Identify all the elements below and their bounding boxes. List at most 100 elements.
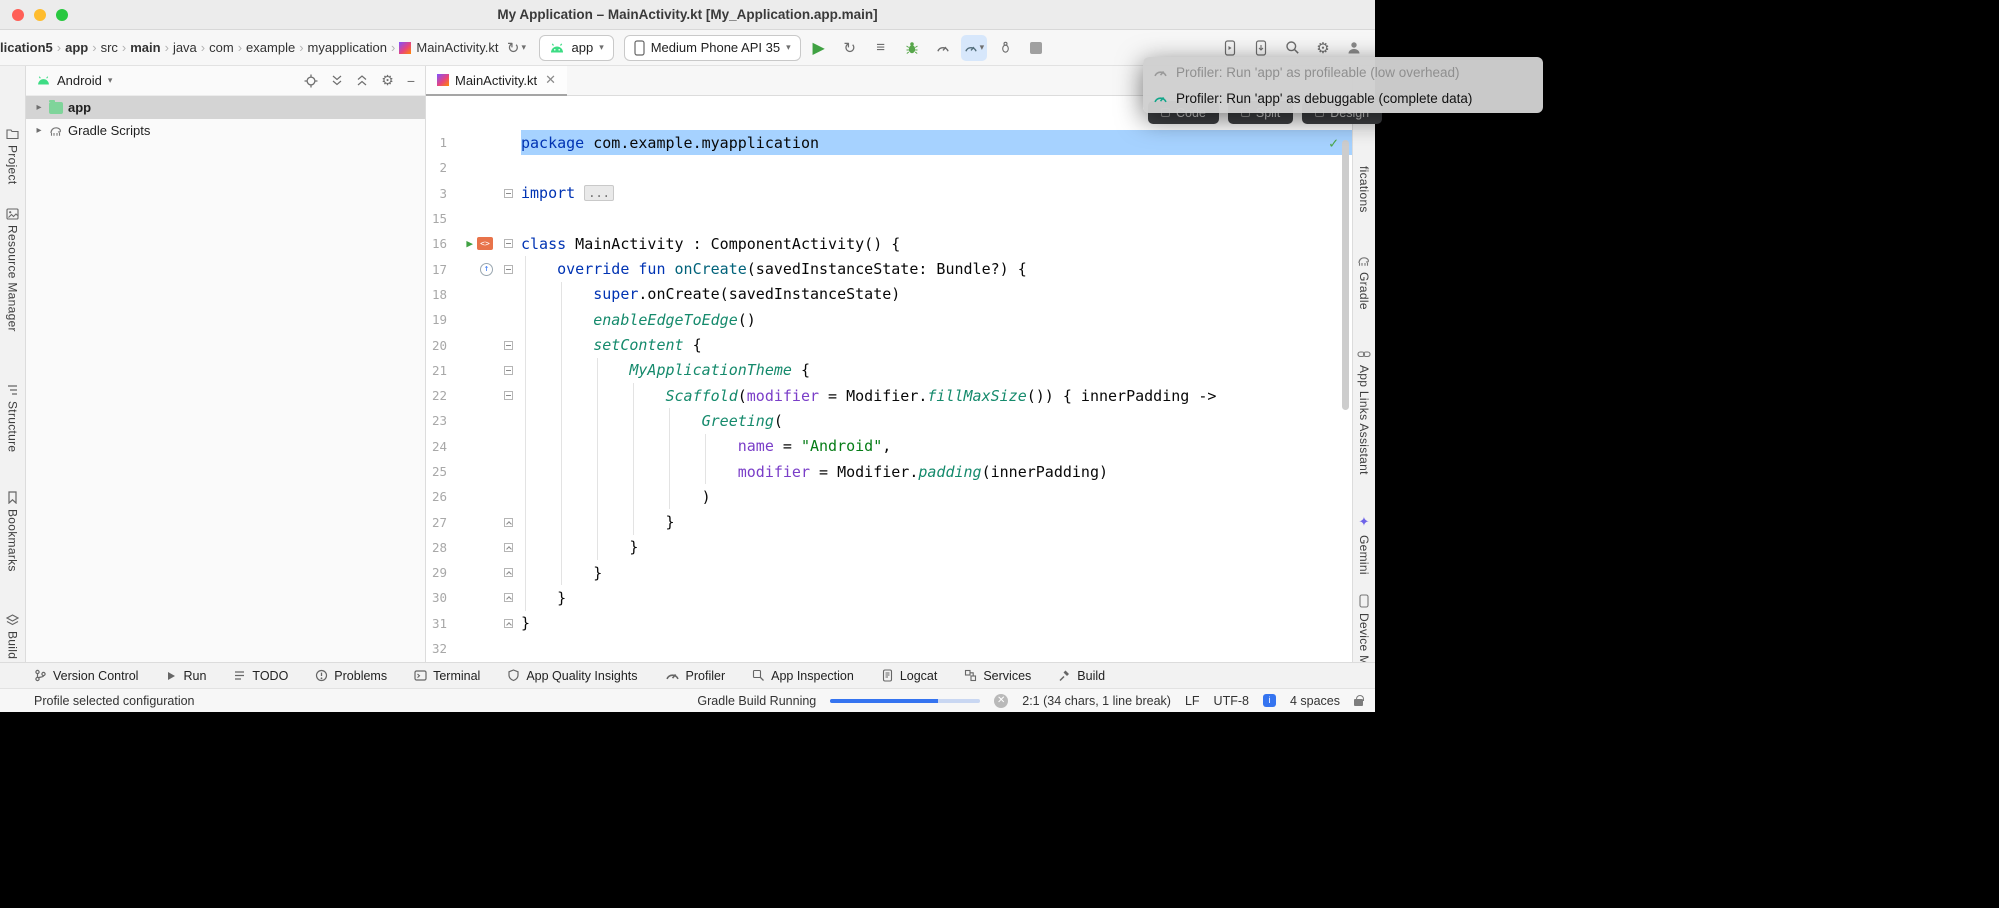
indent-indicator[interactable]: 4 spaces (1290, 694, 1340, 708)
hide-panel-icon[interactable]: − (407, 73, 415, 89)
locate-file-icon[interactable] (304, 74, 318, 88)
breadcrumb-app[interactable]: app (65, 40, 88, 55)
tool-strip-button-structure[interactable]: Structure (0, 384, 25, 452)
code-text[interactable]: modifier = Modifier.padding(innerPadding… (521, 459, 1352, 484)
chevron-right-icon[interactable]: ▸ (34, 102, 44, 113)
line-separator-indicator[interactable]: LF (1185, 694, 1200, 708)
tool-strip-button-resource-manager[interactable]: Resource Manager (0, 208, 25, 332)
toolwindow-button-run[interactable]: Run (165, 669, 206, 683)
expand-all-icon[interactable] (331, 74, 343, 87)
notification-icon[interactable]: i (1263, 694, 1276, 707)
tool-strip-button-gradle[interactable]: Gradle (1353, 254, 1375, 310)
code-line-16[interactable]: 16▶<>class MainActivity : ComponentActiv… (426, 231, 1352, 256)
line-number[interactable]: 19 (426, 312, 447, 327)
line-number[interactable]: 26 (426, 489, 447, 504)
code-line-31[interactable]: 31} (426, 611, 1352, 636)
code-text[interactable] (521, 155, 1352, 180)
tree-item-gradle-scripts[interactable]: ▸Gradle Scripts (26, 119, 425, 142)
breadcrumb-example[interactable]: example (246, 40, 295, 55)
code-line-2[interactable]: 2 (426, 155, 1352, 180)
breadcrumb-myapplication[interactable]: myapplication (308, 40, 388, 55)
editor-scrollbar[interactable] (1342, 140, 1349, 410)
code-line-17[interactable]: 17↑ override fun onCreate(savedInstanceS… (426, 256, 1352, 281)
code-text[interactable]: override fun onCreate(savedInstanceState… (521, 256, 1352, 281)
toolwindow-button-terminal[interactable]: Terminal (414, 669, 480, 683)
code-text[interactable]: MyApplicationTheme { (521, 358, 1352, 383)
sync-project-icon[interactable]: ↻▾ (503, 35, 529, 61)
code-text[interactable]: package com.example.myapplication (521, 130, 1352, 155)
code-line-30[interactable]: 30 } (426, 585, 1352, 610)
profiler-dropdown-button[interactable]: ▾ (961, 35, 988, 61)
panel-settings-gear-icon[interactable]: ⚙ (381, 72, 394, 89)
toolwindow-button-services[interactable]: Services (964, 669, 1031, 683)
fold-close-icon[interactable] (504, 593, 513, 602)
run-button[interactable]: ▶ (806, 35, 832, 61)
line-number[interactable]: 24 (426, 439, 447, 454)
fold-open-icon[interactable] (504, 239, 513, 248)
code-text[interactable] (521, 636, 1352, 661)
breadcrumb-lication5[interactable]: lication5 (0, 40, 53, 55)
device-selector[interactable]: Medium Phone API 35 ▾ (624, 35, 801, 61)
build-menu-icon[interactable]: ≡ (868, 35, 894, 61)
code-line-1[interactable]: 1package com.example.myapplication (426, 130, 1352, 155)
code-text[interactable]: ) (521, 484, 1352, 509)
close-tab-icon[interactable]: ✕ (545, 72, 556, 88)
code-text[interactable]: enableEdgeToEdge() (521, 307, 1352, 332)
code-line-23[interactable]: 23 Greeting( (426, 408, 1352, 433)
line-number[interactable]: 29 (426, 565, 447, 580)
toolwindow-button-todo[interactable]: TODO (233, 669, 288, 683)
code-text[interactable]: } (521, 509, 1352, 534)
fold-open-icon[interactable] (504, 189, 513, 198)
code-text[interactable]: } (521, 560, 1352, 585)
code-text[interactable]: setContent { (521, 332, 1352, 357)
code-line-27[interactable]: 27 } (426, 509, 1352, 534)
popup-item-debuggable[interactable]: Profiler: Run 'app' as debuggable (compl… (1143, 85, 1543, 111)
line-number[interactable]: 22 (426, 388, 447, 403)
stop-button[interactable] (1023, 35, 1049, 61)
compose-preview-icon[interactable]: <> (477, 237, 493, 250)
attach-debugger-icon[interactable] (992, 35, 1018, 61)
tool-strip-button-bookmarks[interactable]: Bookmarks (0, 491, 25, 572)
fold-close-icon[interactable] (504, 518, 513, 527)
line-number[interactable]: 21 (426, 363, 447, 378)
tool-strip-button-project[interactable]: Project (0, 128, 25, 184)
toolwindow-button-profiler[interactable]: Profiler (665, 668, 726, 683)
code-line-18[interactable]: 18 super.onCreate(savedInstanceState) (426, 282, 1352, 307)
code-line-21[interactable]: 21 MyApplicationTheme { (426, 358, 1352, 383)
breadcrumb-src[interactable]: src (101, 40, 118, 55)
project-view-selector[interactable]: Android (57, 73, 102, 88)
code-text[interactable]: Scaffold(modifier = Modifier.fillMaxSize… (521, 383, 1352, 408)
line-number[interactable]: 18 (426, 287, 447, 302)
fold-close-icon[interactable] (504, 568, 513, 577)
fold-open-icon[interactable] (504, 265, 513, 274)
code-text[interactable]: class MainActivity : ComponentActivity()… (521, 231, 1352, 256)
popup-item-profileable[interactable]: Profiler: Run 'app' as profileable (low … (1143, 59, 1543, 85)
tool-strip-button-gemini[interactable]: ✦Gemini (1353, 514, 1375, 575)
breadcrumb-main[interactable]: main (130, 40, 160, 55)
toolwindow-button-version-control[interactable]: Version Control (34, 669, 138, 683)
apply-changes-icon[interactable]: ↻ (837, 35, 863, 61)
fold-open-icon[interactable] (504, 341, 513, 350)
code-line-15[interactable]: 15 (426, 206, 1352, 231)
tool-strip-button-app-links-assistant[interactable]: App Links Assistant (1353, 348, 1375, 475)
override-gutter-icon[interactable]: ↑ (480, 263, 493, 276)
toolwindow-button-logcat[interactable]: Logcat (881, 669, 938, 683)
line-number[interactable]: 23 (426, 413, 447, 428)
editor-tab-mainactivity[interactable]: MainActivity.kt ✕ (426, 66, 567, 96)
breadcrumb-com[interactable]: com (209, 40, 234, 55)
code-text[interactable]: Greeting( (521, 408, 1352, 433)
line-number[interactable]: 2 (426, 160, 447, 175)
toolwindow-button-app-quality-insights[interactable]: App Quality Insights (507, 669, 637, 683)
line-number[interactable]: 3 (426, 186, 447, 201)
line-number[interactable]: 32 (426, 641, 447, 656)
code-editor[interactable]: 1package com.example.myapplication23impo… (426, 96, 1352, 662)
tree-item-app[interactable]: ▸app (26, 96, 425, 119)
breadcrumb-mainactivity-kt[interactable]: MainActivity.kt (399, 40, 498, 55)
profiler-low-overhead-icon[interactable] (930, 35, 956, 61)
fold-open-icon[interactable] (504, 366, 513, 375)
caret-position[interactable]: 2:1 (34 chars, 1 line break) (1022, 694, 1171, 708)
run-gutter-icon[interactable]: ▶ (466, 237, 473, 250)
fold-close-icon[interactable] (504, 619, 513, 628)
code-line-26[interactable]: 26 ) (426, 484, 1352, 509)
debug-button[interactable] (899, 35, 925, 61)
